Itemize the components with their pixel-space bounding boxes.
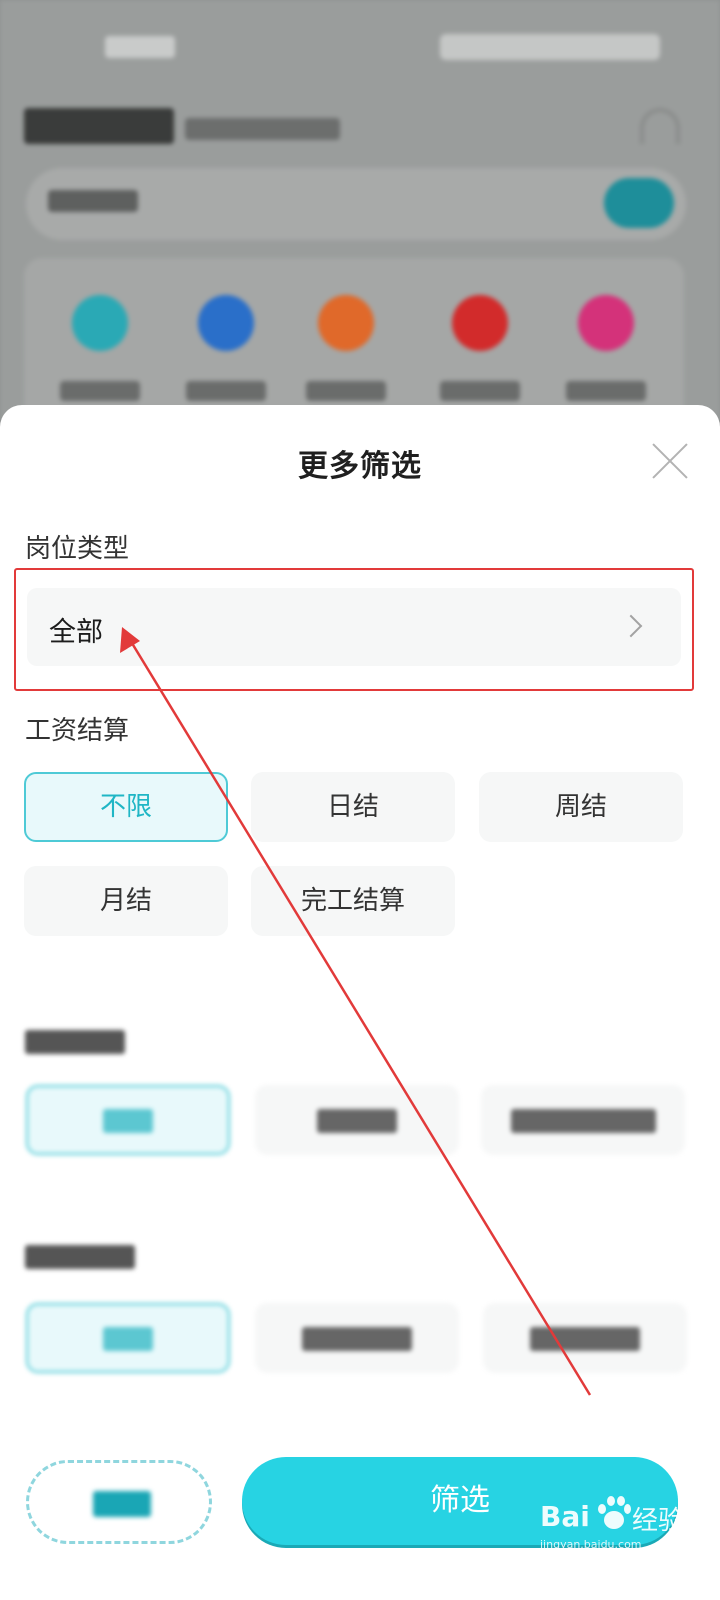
obscured-option[interactable] [255, 1303, 459, 1373]
obscured-option[interactable] [26, 1085, 230, 1155]
baidu-jingyan-watermark: Bai 经验 jingyan.baidu.com [540, 1490, 715, 1560]
headset-icon [640, 108, 680, 144]
job-type-label: 岗位类型 [25, 534, 130, 564]
background-category-item [566, 295, 646, 415]
background-category-item [440, 295, 520, 415]
salary-option-monthly[interactable]: 月结 [24, 866, 228, 936]
salary-option-weekly[interactable]: 周结 [479, 772, 683, 842]
obscured-section-label [25, 1245, 140, 1271]
salary-settlement-label: 工资结算 [25, 716, 130, 746]
job-type-selector[interactable]: 全部 [27, 588, 681, 666]
watermark-brand: Bai [540, 1500, 590, 1533]
background-category-item [186, 295, 266, 415]
background-category-item [60, 295, 140, 415]
close-icon[interactable] [652, 443, 688, 479]
obscured-option[interactable] [26, 1303, 230, 1373]
status-bar-time [105, 36, 175, 58]
background-app [0, 0, 720, 420]
sheet-title: 更多筛选 [298, 449, 422, 484]
more-filters-sheet: 更多筛选 岗位类型 全部 工资结算 不限 日结 周结 月结 完工结算 筛选 [0, 405, 720, 1600]
obscured-section-label [25, 1030, 135, 1056]
background-category-item [306, 295, 386, 415]
salary-option-on-completion[interactable]: 完工结算 [251, 866, 455, 936]
salary-option-unlimited[interactable]: 不限 [24, 772, 228, 842]
obscured-option[interactable] [255, 1085, 459, 1155]
background-search-text [48, 190, 138, 212]
salary-option-daily[interactable]: 日结 [251, 772, 455, 842]
reset-button[interactable] [26, 1460, 212, 1544]
obscured-option[interactable] [483, 1303, 687, 1373]
watermark-brand-cn: 经验 [632, 1506, 685, 1536]
job-type-value: 全部 [49, 617, 103, 648]
obscured-option[interactable] [481, 1085, 685, 1155]
background-page-title [24, 108, 174, 144]
paw-icon [596, 1496, 631, 1532]
background-page-subtitle [185, 118, 340, 140]
status-bar-icons [440, 34, 660, 60]
chevron-right-icon [619, 614, 643, 638]
watermark-url: jingyan.baidu.com [540, 1538, 642, 1551]
background-search-button [604, 178, 674, 228]
